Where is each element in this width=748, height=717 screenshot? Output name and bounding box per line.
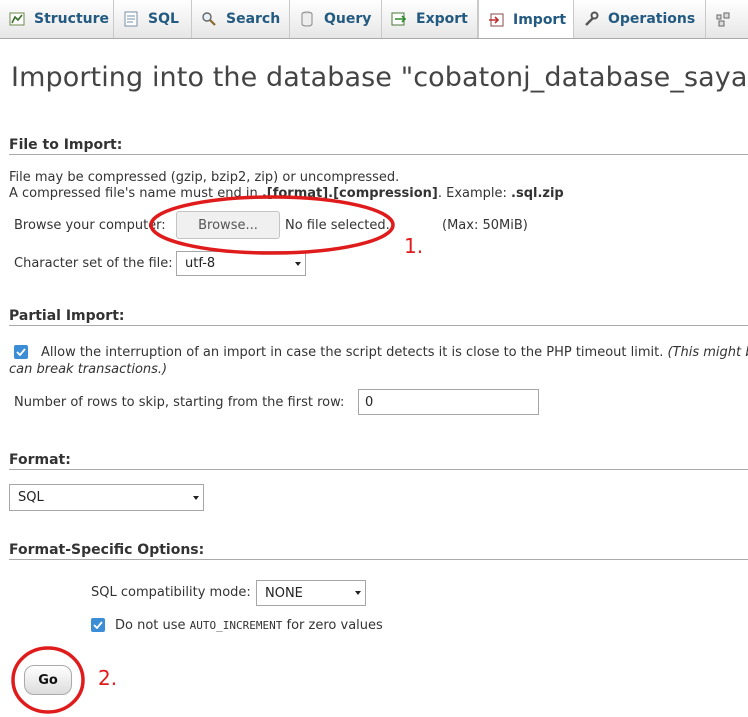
charset-label: Character set of the file: xyxy=(14,256,173,271)
auto-increment-checkbox[interactable] xyxy=(91,618,105,632)
tab-sql[interactable]: SQL xyxy=(114,0,192,38)
skip-rows-input[interactable]: 0 xyxy=(358,389,539,415)
format-heading: Format: xyxy=(9,452,71,468)
allow-interrupt-note: (This might b xyxy=(667,345,748,360)
page-title: Importing into the database "cobatonj_da… xyxy=(11,62,748,93)
structure-icon xyxy=(8,11,26,27)
search-icon xyxy=(200,11,218,27)
browse-button[interactable]: Browse... xyxy=(176,211,280,239)
auto-increment-suffix: for zero values xyxy=(282,618,383,633)
format-value: SQL xyxy=(18,490,44,505)
more-icon xyxy=(714,11,732,27)
query-icon xyxy=(298,11,316,27)
go-button[interactable]: Go xyxy=(24,665,72,695)
max-size-label: (Max: 50MiB) xyxy=(442,218,528,233)
compat-mode-value: NONE xyxy=(265,585,303,601)
section-divider xyxy=(9,559,748,560)
no-file-selected: No file selected. xyxy=(285,218,390,233)
partial-import-heading: Partial Import: xyxy=(9,308,125,324)
auto-increment-code: AUTO_INCREMENT xyxy=(189,619,283,632)
compat-mode-select[interactable]: NONE xyxy=(256,580,366,606)
allow-interrupt-checkbox[interactable] xyxy=(14,345,28,359)
format-note-pattern: .[format].[compression] xyxy=(261,186,438,201)
format-options-heading: Format-Specific Options: xyxy=(9,542,205,558)
checkmark-icon xyxy=(16,348,26,356)
chevron-down-icon xyxy=(355,591,361,595)
tab-query[interactable]: Query xyxy=(290,0,382,38)
chevron-down-icon xyxy=(295,261,301,266)
tab-label: Export xyxy=(416,11,468,27)
allow-interrupt-text: Allow the interruption of an import in c… xyxy=(41,345,664,360)
tab-structure[interactable]: Structure xyxy=(0,0,114,38)
tab-more[interactable] xyxy=(706,0,748,38)
tab-import[interactable]: Import xyxy=(478,0,574,38)
format-note-example: .sql.zip xyxy=(511,186,564,201)
tab-export[interactable]: Export xyxy=(382,0,478,38)
tab-label: Search xyxy=(226,11,281,27)
format-note-middle: . Example: xyxy=(437,186,512,201)
format-select[interactable]: SQL xyxy=(9,484,204,511)
export-icon xyxy=(390,11,408,27)
annotation-label-1: 1. xyxy=(404,234,424,258)
file-import-heading: File to Import: xyxy=(9,137,123,153)
compression-note: File may be compressed (gzip, bzip2, zip… xyxy=(9,170,400,185)
compression-format-note: A compressed file's name must end in .[f… xyxy=(9,186,564,201)
allow-interrupt-note-cont: can break transactions.) xyxy=(9,362,168,377)
charset-select[interactable]: utf-8 xyxy=(176,251,306,276)
chevron-down-icon xyxy=(193,495,199,500)
tab-label: Import xyxy=(513,11,567,28)
auto-increment-prefix: Do not use xyxy=(115,618,190,633)
annotation-label-2: 2. xyxy=(98,666,118,690)
checkmark-icon xyxy=(93,621,103,629)
tab-bar: Structure SQL Search Query Export Import xyxy=(0,0,748,39)
format-note-prefix: A compressed file's name must end in xyxy=(9,186,262,201)
skip-rows-label: Number of rows to skip, starting from th… xyxy=(14,395,345,410)
sql-icon xyxy=(122,11,140,27)
section-divider xyxy=(9,325,748,326)
allow-interrupt-note-line2: can break transactions.) xyxy=(9,362,167,377)
tab-label: SQL xyxy=(148,11,179,27)
operations-icon xyxy=(582,11,600,27)
tab-label: Structure xyxy=(34,11,110,27)
tab-operations[interactable]: Operations xyxy=(574,0,706,38)
auto-increment-label: Do not use AUTO_INCREMENT for zero value… xyxy=(115,618,383,633)
compat-mode-label: SQL compatibility mode: xyxy=(91,585,251,600)
allow-interrupt-label: Allow the interruption of an import in c… xyxy=(41,345,748,360)
section-divider xyxy=(9,469,748,470)
tab-label: Operations xyxy=(608,11,696,27)
section-divider xyxy=(9,154,748,155)
charset-value: utf-8 xyxy=(185,256,216,271)
tab-label: Query xyxy=(324,11,372,27)
tab-search[interactable]: Search xyxy=(192,0,290,38)
import-icon xyxy=(487,12,505,28)
browse-label: Browse your computer: xyxy=(14,218,166,233)
